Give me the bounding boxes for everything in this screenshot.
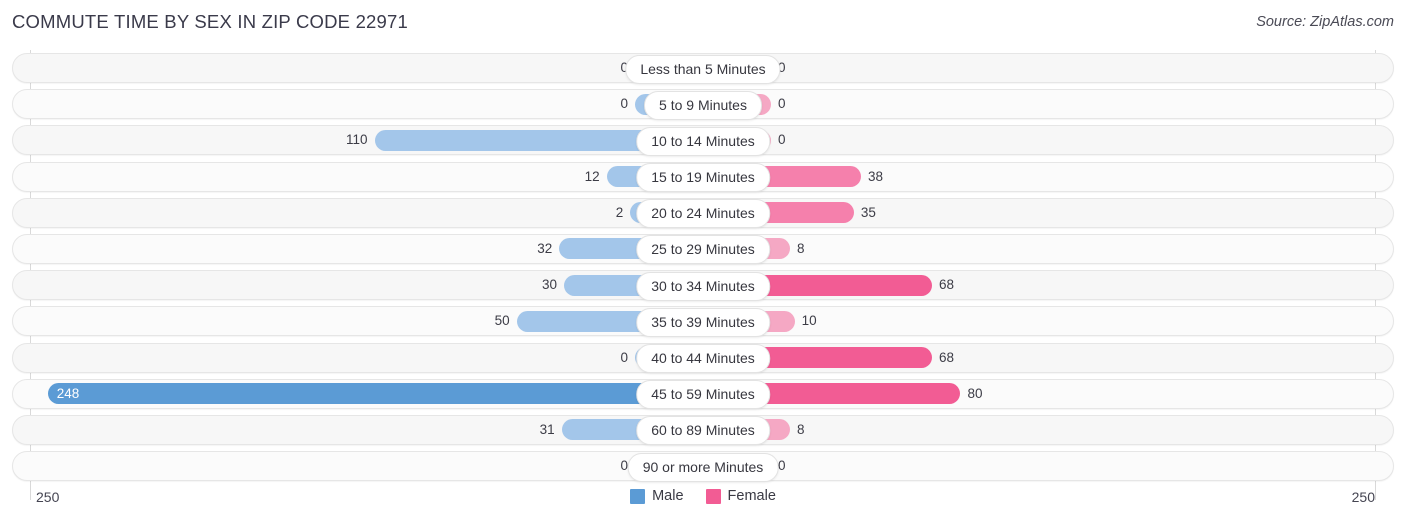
chart-plot-area: 0 0 Less than 5 Minutes 0 0 5 to 9 Minutes 110… [0, 50, 1406, 500]
value-label-female: 0 [778, 96, 786, 112]
page-title: COMMUTE TIME BY SEX IN ZIP CODE 22971 [12, 11, 409, 32]
category-label-pill: 35 to 39 Minutes [636, 307, 770, 337]
bar-row[interactable]: 12 38 15 to 19 Minutes [0, 159, 1406, 195]
value-label-male: 32 [537, 240, 553, 256]
value-label-female: 8 [796, 240, 805, 256]
bar-row[interactable]: 0 0 5 to 9 Minutes [0, 86, 1406, 122]
legend-swatch-male-icon [630, 488, 646, 504]
category-label-pill: 40 to 44 Minutes [636, 344, 770, 373]
value-label-female: 0 [778, 132, 786, 148]
category-label-pill: 30 to 34 Minutes [636, 271, 770, 301]
chart-legend: Male Female [0, 488, 1406, 504]
value-label-female: 80 [967, 385, 983, 401]
value-label-male: 248 [56, 385, 80, 401]
category-label-pill: 5 to 9 Minutes [644, 90, 762, 120]
category-label-pill: 45 to 59 Minutes [636, 380, 770, 410]
value-label-male: 12 [584, 168, 600, 184]
value-label-male: 31 [539, 421, 555, 437]
source-attribution: Source: ZipAtlas.com [1256, 14, 1394, 30]
value-label-female: 10 [801, 313, 817, 329]
value-label-female: 68 [939, 349, 955, 365]
category-label-pill: 25 to 29 Minutes [636, 235, 770, 265]
category-label-pill: 60 to 89 Minutes [636, 416, 770, 446]
legend-item-female[interactable]: Female [705, 488, 776, 504]
chart-footer: 250 250 Male Female [0, 484, 1406, 523]
bar-row[interactable]: 0 0 90 or more Minutes [0, 448, 1406, 484]
category-label-pill: Less than 5 Minutes [625, 54, 781, 84]
category-label-pill: 90 or more Minutes [627, 452, 779, 482]
bar-row[interactable]: 30 68 30 to 34 Minutes [0, 267, 1406, 303]
legend-label-female: Female [727, 488, 776, 504]
value-label-female: 8 [796, 421, 805, 437]
value-label-female: 68 [939, 277, 955, 293]
bar-row[interactable]: 110 0 10 to 14 Minutes [0, 122, 1406, 158]
value-label-female: 35 [860, 204, 876, 220]
bar-row[interactable]: 32 8 25 to 29 Minutes [0, 231, 1406, 267]
legend-swatch-female-icon [705, 488, 721, 504]
value-label-male: 2 [615, 204, 624, 220]
legend-label-male: Male [652, 488, 684, 504]
category-label-pill: 20 to 24 Minutes [636, 199, 770, 229]
value-label-male: 50 [494, 313, 510, 329]
bar-rows-container: 0 0 Less than 5 Minutes 0 0 5 to 9 Minutes 110… [0, 50, 1406, 484]
value-label-male: 0 [620, 96, 628, 112]
value-label-female: 38 [867, 168, 883, 184]
value-label-female: 0 [778, 458, 786, 474]
legend-item-male[interactable]: Male [630, 488, 684, 504]
bar-row[interactable]: 31 8 60 to 89 Minutes [0, 412, 1406, 448]
bar-row[interactable]: 2 35 20 to 24 Minutes [0, 195, 1406, 231]
bar-male[interactable] [47, 383, 703, 405]
bar-row[interactable]: 0 68 40 to 44 Minutes [0, 340, 1406, 376]
category-label-pill: 10 to 14 Minutes [636, 126, 770, 156]
bar-row[interactable]: 0 0 Less than 5 Minutes [0, 50, 1406, 86]
chart-header: COMMUTE TIME BY SEX IN ZIP CODE 22971 So… [0, 0, 1406, 44]
bar-row[interactable]: 248 80 45 to 59 Minutes [0, 376, 1406, 412]
category-label-pill: 15 to 19 Minutes [636, 163, 770, 193]
bar-row[interactable]: 50 10 35 to 39 Minutes [0, 303, 1406, 339]
value-label-male: 0 [620, 349, 628, 365]
value-label-male: 30 [541, 277, 557, 293]
value-label-male: 110 [346, 132, 368, 148]
